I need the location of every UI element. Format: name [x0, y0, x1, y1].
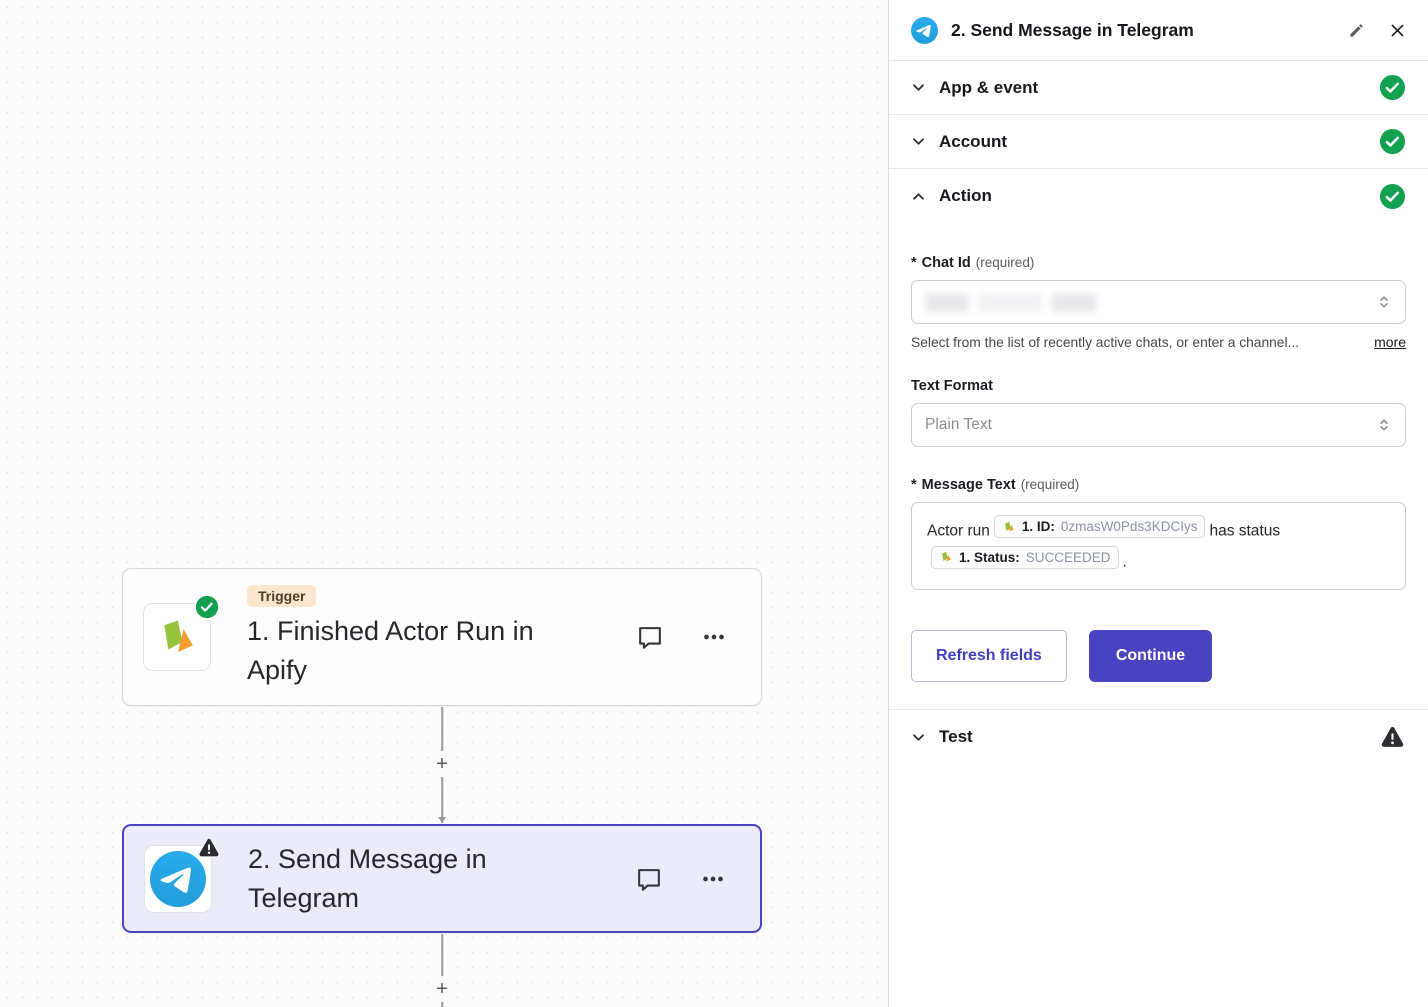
apify-logo-icon	[154, 614, 200, 660]
step-title: 2. Send Message in Telegram	[248, 840, 596, 917]
section-label: Action	[939, 186, 992, 206]
trigger-badge: Trigger	[247, 585, 316, 607]
text-format-label: Text Format	[911, 378, 1406, 394]
apify-icon	[1002, 520, 1016, 534]
warning-badge-icon	[197, 836, 221, 860]
panel-title: 2. Send Message in Telegram	[951, 20, 1194, 41]
message-text: has status	[1209, 523, 1280, 540]
panel-header: 2. Send Message in Telegram	[889, 0, 1428, 61]
zap-editor: Trigger 1. Finished Actor Run in Apify +	[0, 0, 1428, 1007]
section-label: Account	[939, 132, 1007, 152]
success-check-icon	[1379, 74, 1406, 101]
text-format-value: Plain Text	[925, 416, 992, 434]
more-options-icon[interactable]	[698, 864, 728, 894]
chat-id-helper-row: Select from the list of recently active …	[911, 334, 1406, 350]
message-text-label: * Message Text (required)	[911, 477, 1406, 493]
redacted-value	[925, 293, 969, 312]
required-asterisk: *	[911, 477, 917, 493]
message-text-field[interactable]: Actor run 1. ID: 0zmasW0Pds3KDCIys has stat…	[911, 502, 1406, 590]
step-title: 1. Finished Actor Run in Apify	[247, 612, 595, 689]
section-action[interactable]: Action	[889, 169, 1428, 223]
action-form: * Chat Id (required) Select from the lis…	[889, 223, 1428, 710]
field-token-id[interactable]: 1. ID: 0zmasW0Pds3KDCIys	[994, 515, 1206, 538]
chevron-down-icon	[911, 134, 926, 149]
chat-id-label: * Chat Id (required)	[911, 255, 1406, 271]
refresh-fields-button[interactable]: Refresh fields	[911, 630, 1067, 682]
success-check-icon	[1379, 183, 1406, 210]
chat-id-helper: Select from the list of recently active …	[911, 335, 1299, 350]
add-step-button[interactable]: +	[432, 976, 452, 1002]
step-connector: +	[429, 934, 455, 1007]
add-step-button[interactable]: +	[432, 751, 452, 777]
step-connector: +	[429, 707, 455, 823]
redacted-value	[1051, 293, 1097, 312]
success-check-icon	[1379, 128, 1406, 155]
telegram-app-tile	[144, 845, 212, 913]
select-stepper-icon	[1376, 417, 1392, 433]
note-icon[interactable]	[635, 622, 665, 652]
close-panel-icon[interactable]	[1389, 22, 1406, 39]
token-label: 1. ID:	[1022, 516, 1055, 537]
warning-icon	[1379, 724, 1406, 751]
action-step-card-selected[interactable]: 2. Send Message in Telegram	[122, 824, 762, 933]
section-label: App & event	[939, 78, 1038, 98]
chevron-down-icon	[911, 80, 926, 95]
edit-title-icon[interactable]	[1348, 22, 1365, 39]
chevron-up-icon	[911, 189, 926, 204]
chevron-down-icon	[911, 730, 926, 745]
token-value: 0zmasW0Pds3KDCIys	[1061, 516, 1198, 537]
step-settings-panel: 2. Send Message in Telegram App & event …	[888, 0, 1428, 1007]
message-text: .	[1123, 553, 1127, 570]
more-link[interactable]: more	[1374, 334, 1406, 350]
more-options-icon[interactable]	[699, 622, 729, 652]
section-test[interactable]: Test	[889, 710, 1428, 764]
chat-id-select[interactable]	[911, 280, 1406, 324]
token-value: SUCCEEDED	[1026, 547, 1111, 568]
trigger-step-card[interactable]: Trigger 1. Finished Actor Run in Apify	[122, 568, 762, 706]
select-stepper-icon	[1376, 294, 1392, 310]
apify-icon	[939, 550, 953, 564]
required-asterisk: *	[911, 255, 917, 271]
section-app-event[interactable]: App & event	[889, 61, 1428, 115]
field-token-status[interactable]: 1. Status: SUCCEEDED	[931, 546, 1119, 569]
section-label: Test	[939, 727, 973, 747]
text-format-select[interactable]: Plain Text	[911, 403, 1406, 447]
continue-button[interactable]: Continue	[1089, 630, 1212, 682]
token-label: 1. Status:	[959, 547, 1020, 568]
note-icon[interactable]	[634, 864, 664, 894]
success-badge-icon	[194, 594, 220, 620]
workflow-canvas[interactable]: Trigger 1. Finished Actor Run in Apify +	[0, 0, 888, 1007]
arrow-down-icon	[438, 817, 446, 823]
section-account[interactable]: Account	[889, 115, 1428, 169]
telegram-app-icon	[911, 17, 938, 44]
redacted-value	[977, 293, 1043, 312]
message-text: Actor run	[927, 523, 990, 540]
apify-app-tile	[143, 603, 211, 671]
